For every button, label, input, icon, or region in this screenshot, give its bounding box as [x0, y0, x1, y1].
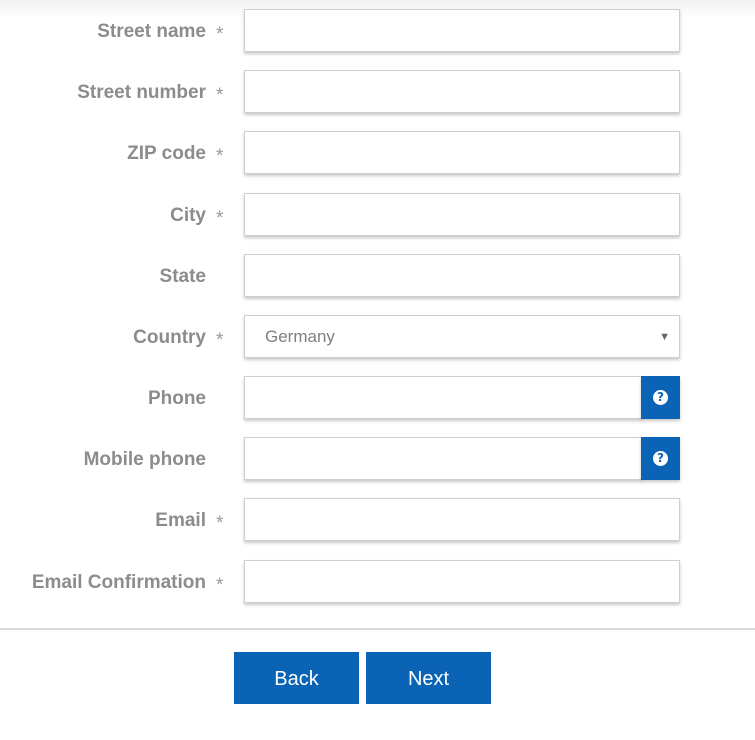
state-label: State	[159, 266, 206, 287]
form-row-country: Country * Germany ▼	[0, 315, 755, 358]
zip-code-label: ZIP code	[127, 143, 206, 164]
question-circle-icon: ?	[653, 390, 668, 405]
form-row-zip-code: ZIP code *	[0, 131, 755, 174]
form-row-street-name: Street name *	[0, 9, 755, 52]
phone-help-button[interactable]: ?	[641, 376, 680, 419]
form-row-email: Email *	[0, 498, 755, 541]
email-confirmation-label: Email Confirmation	[31, 572, 206, 593]
required-marker: *	[216, 208, 224, 229]
phone-input[interactable]	[244, 376, 642, 419]
email-confirmation-input[interactable]	[244, 560, 680, 603]
address-form: Street name * Street number * ZIP code *…	[0, 0, 755, 630]
country-selected-value: Germany	[265, 327, 335, 346]
mobile-phone-label: Mobile phone	[83, 449, 206, 470]
country-label: Country	[133, 327, 206, 348]
required-marker: *	[216, 330, 224, 351]
city-label: City	[170, 205, 206, 226]
dropdown-arrow-icon: ▼	[659, 331, 670, 343]
zip-code-input[interactable]	[244, 131, 680, 174]
street-name-label: Street name	[97, 21, 206, 42]
required-marker: *	[216, 513, 224, 534]
state-input[interactable]	[244, 254, 680, 297]
email-label: Email	[155, 510, 206, 531]
form-row-street-number: Street number *	[0, 70, 755, 113]
form-row-phone: Phone ?	[0, 376, 755, 419]
country-select[interactable]: Germany ▼	[244, 315, 680, 358]
required-marker: *	[216, 146, 224, 167]
question-circle-icon: ?	[653, 451, 668, 466]
required-marker: *	[216, 24, 224, 45]
street-name-input[interactable]	[244, 9, 680, 52]
next-button[interactable]: Next	[366, 652, 491, 704]
form-row-state: State	[0, 254, 755, 297]
street-number-label: Street number	[77, 82, 206, 103]
form-row-mobile-phone: Mobile phone ?	[0, 437, 755, 480]
street-number-input[interactable]	[244, 70, 680, 113]
required-marker: *	[216, 85, 224, 106]
city-input[interactable]	[244, 193, 680, 236]
form-row-email-confirmation: Email Confirmation *	[0, 560, 755, 603]
phone-label: Phone	[147, 388, 206, 409]
mobile-phone-input[interactable]	[244, 437, 642, 480]
back-button[interactable]: Back	[234, 652, 359, 704]
email-input[interactable]	[244, 498, 680, 541]
mobile-phone-help-button[interactable]: ?	[641, 437, 680, 480]
form-row-city: City *	[0, 193, 755, 236]
required-marker: *	[216, 575, 224, 596]
